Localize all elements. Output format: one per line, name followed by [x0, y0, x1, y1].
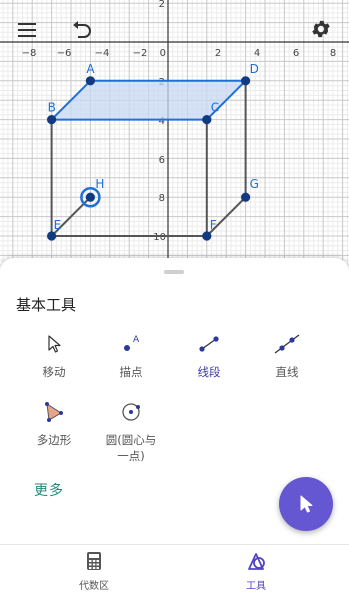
point-a[interactable]	[85, 76, 95, 86]
x-tick-label: 4	[254, 48, 260, 59]
tool-label: 直线	[275, 365, 299, 379]
tool-segment[interactable]: 线段	[174, 332, 244, 380]
point-label: B	[48, 101, 56, 115]
tool-label: 描点	[119, 365, 143, 379]
hamburger-icon	[18, 23, 36, 37]
segment-icon	[199, 336, 219, 352]
tool-circle[interactable]: 圆(圆心与一点)	[96, 400, 166, 464]
point-f[interactable]	[202, 231, 212, 241]
tool-label: 移动	[42, 365, 66, 379]
point-label: H	[95, 177, 104, 191]
tool-polygon[interactable]: 多边形	[19, 400, 89, 448]
section-title: 基本工具	[16, 296, 77, 314]
tool-label: 多边形	[36, 433, 72, 447]
svg-text:A: A	[133, 335, 140, 345]
x-tick-label: 8	[330, 48, 336, 59]
point-label: G	[250, 177, 259, 191]
point-g[interactable]	[241, 192, 251, 202]
x-tick-label: −4	[95, 48, 110, 59]
point-label: F	[210, 218, 217, 232]
tool-label: 圆(圆心与一点)	[105, 433, 157, 463]
point-e[interactable]	[47, 231, 57, 241]
nav-item-algebra[interactable]: 代数区	[49, 551, 139, 592]
tool-label: 线段	[197, 365, 221, 379]
point-label: A	[86, 62, 95, 76]
gear-icon	[312, 20, 330, 38]
cursor-icon	[48, 335, 61, 353]
x-tick-label: 0	[160, 48, 166, 59]
x-tick-label: 2	[215, 48, 221, 59]
point-label: E	[54, 218, 62, 232]
undo-icon	[73, 21, 91, 38]
y-tick-label: 6	[159, 155, 165, 166]
menu-button[interactable]	[13, 16, 41, 44]
y-tick-label: 10	[153, 232, 166, 243]
y-tick-label: 2	[159, 0, 165, 10]
tool-point[interactable]: A 描点	[96, 332, 166, 380]
nav-label: 代数区	[79, 581, 109, 592]
tool-line[interactable]: 直线	[252, 332, 322, 380]
x-tick-label: −8	[22, 48, 37, 59]
undo-button[interactable]	[67, 16, 95, 44]
point-b[interactable]	[47, 115, 57, 125]
tools-icon	[248, 553, 265, 570]
point-c[interactable]	[202, 115, 212, 125]
more-tools-link[interactable]: 更多	[34, 480, 64, 500]
x-tick-label: 6	[293, 48, 299, 59]
circle-icon	[122, 403, 140, 421]
move-fab-button[interactable]	[279, 477, 333, 531]
cursor-icon	[300, 495, 313, 513]
line-icon	[274, 334, 300, 354]
settings-button[interactable]	[307, 15, 335, 43]
tool-move[interactable]: 移动	[19, 332, 89, 380]
calculator-icon	[87, 552, 101, 570]
x-tick-label: −6	[57, 48, 72, 59]
point-h[interactable]	[85, 192, 95, 202]
drag-handle[interactable]	[164, 270, 184, 274]
tools-panel: 基本工具 移动 A 描点 线段 直线 多边形 圆(圆心与一点) 更多 代数区 工…	[0, 258, 349, 601]
point-label: D	[250, 62, 259, 76]
point-icon: A	[124, 335, 140, 351]
x-tick-label: −2	[133, 48, 148, 59]
y-tick-label: 8	[159, 193, 165, 204]
point-label: C	[211, 101, 219, 115]
graphics-view[interactable]: −8 −6 −4 −2 0 2 4 6 8 2 2 4 6 8 10 ABCDE…	[0, 0, 349, 270]
polygon-icon	[45, 402, 63, 422]
nav-item-tools[interactable]: 工具	[211, 551, 301, 592]
bottom-navigation: 代数区 工具	[0, 544, 349, 601]
point-d[interactable]	[241, 76, 251, 86]
nav-label: 工具	[246, 581, 266, 592]
